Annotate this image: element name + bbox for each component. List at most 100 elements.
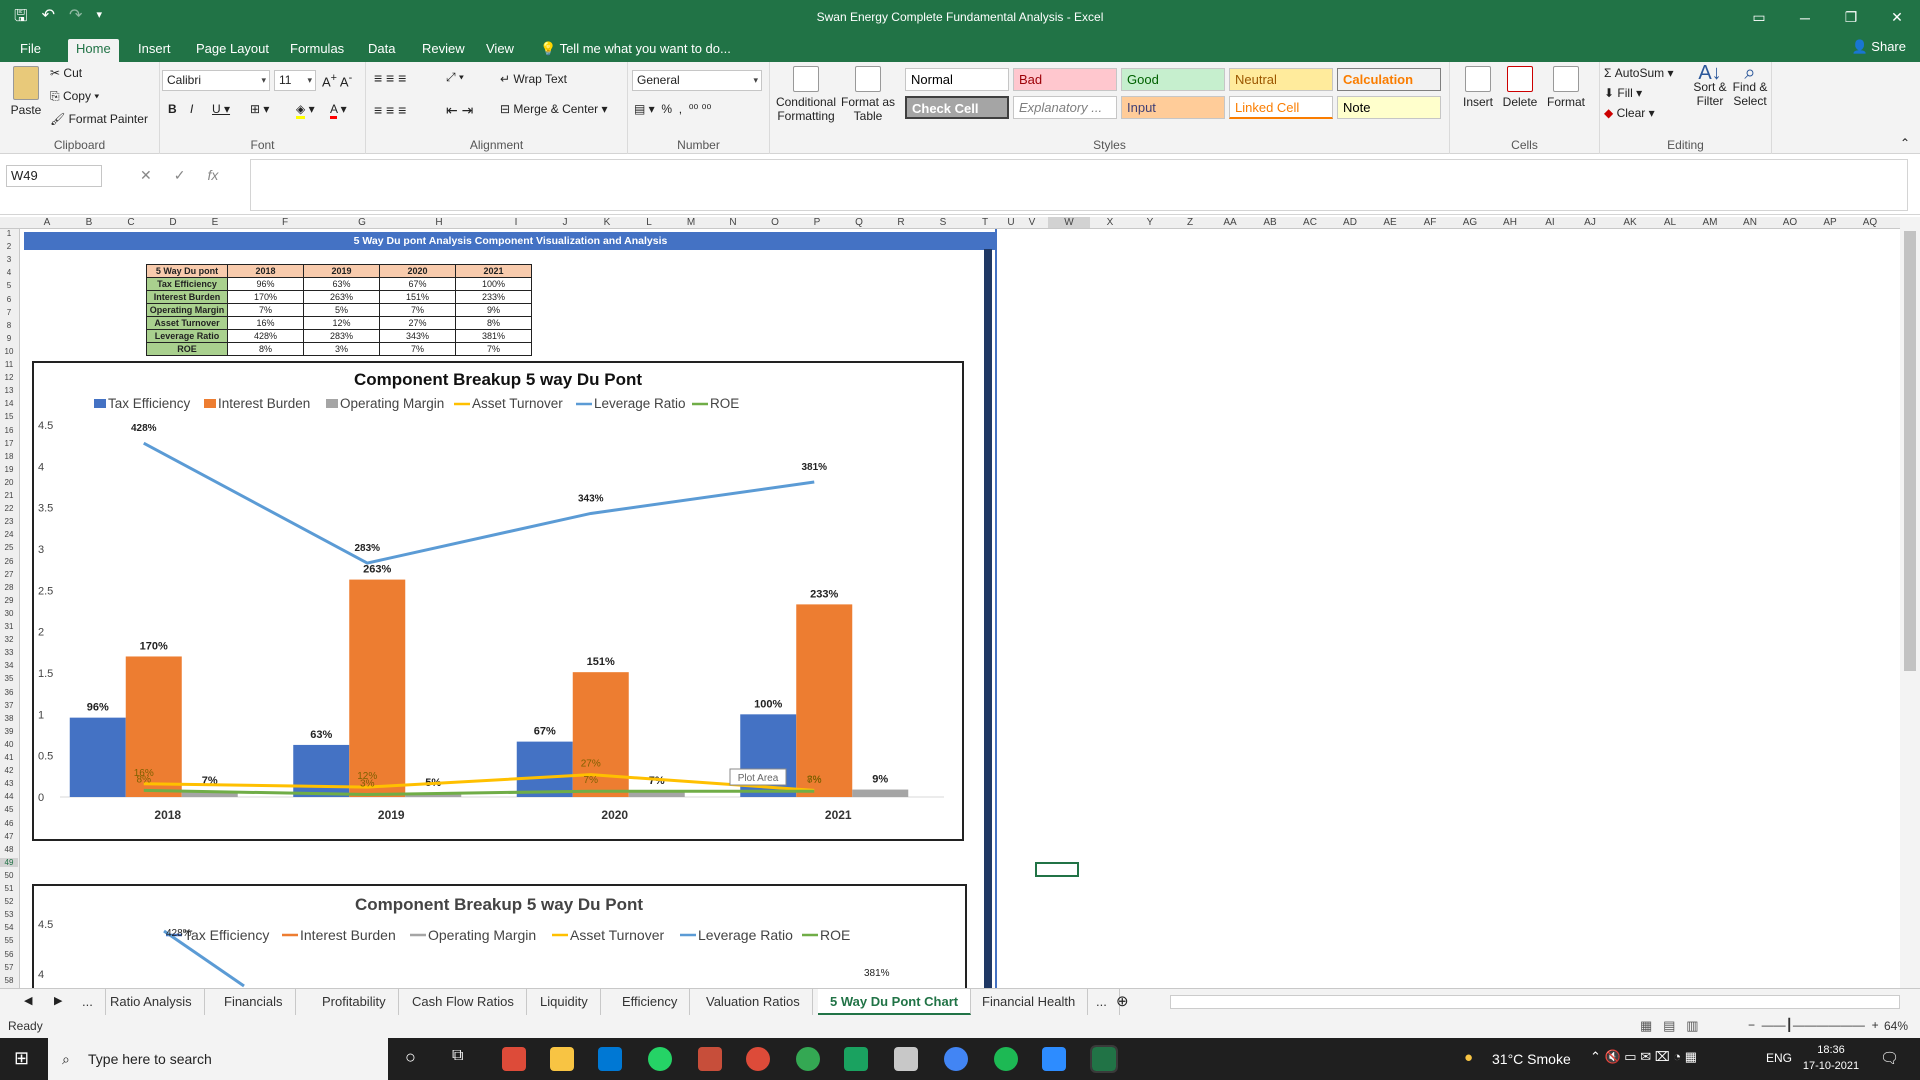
close-icon[interactable]: ✕ (1874, 0, 1920, 35)
whatsapp-icon[interactable] (648, 1047, 672, 1071)
column-header[interactable]: B (68, 217, 110, 228)
column-header[interactable]: A (26, 217, 68, 228)
cell-style-calculation[interactable]: Calculation (1337, 68, 1441, 91)
fill-button[interactable]: ⬇ Fill ▾ (1604, 86, 1642, 100)
row-header[interactable]: 3 (0, 255, 18, 264)
next-sheet-icon[interactable]: ▶ (54, 994, 62, 1007)
row-header[interactable]: 8 (0, 321, 18, 330)
value-cell[interactable]: 63% (303, 277, 380, 291)
column-header[interactable]: M (670, 217, 712, 228)
weather-text[interactable]: 31°C Smoke (1492, 1051, 1571, 1067)
underline-button[interactable]: U ▾ (212, 102, 230, 116)
column-header[interactable]: AC (1290, 217, 1330, 228)
column-header[interactable]: AB (1250, 217, 1290, 228)
minimize-icon[interactable]: ─ (1782, 0, 1828, 35)
font-name-select[interactable]: Calibri (162, 70, 270, 91)
value-cell[interactable]: 8% (227, 342, 304, 356)
row-header[interactable]: 58 (0, 976, 18, 985)
horizontal-scrollbar[interactable] (1170, 995, 1900, 1009)
value-cell[interactable]: 283% (303, 329, 380, 343)
cell-style-check-cell[interactable]: Check Cell (905, 96, 1009, 119)
sheets-icon[interactable] (844, 1047, 868, 1071)
row-header[interactable]: 34 (0, 661, 18, 670)
spotify-icon[interactable] (994, 1047, 1018, 1071)
cell-style-input[interactable]: Input (1121, 96, 1225, 119)
row-header[interactable]: 26 (0, 557, 18, 566)
row-label-cell[interactable]: Interest Burden (146, 290, 228, 304)
fill-color-icon[interactable]: ◈ ▾ (296, 102, 315, 119)
column-header[interactable]: D (152, 217, 194, 228)
vertical-scrollbar[interactable] (1900, 217, 1920, 988)
cut-button[interactable]: ✂ Cut (50, 66, 82, 80)
column-header[interactable]: W (1048, 217, 1090, 228)
row-header[interactable]: 29 (0, 596, 18, 605)
column-header[interactable]: V (1016, 217, 1048, 228)
row-header[interactable]: 38 (0, 714, 18, 723)
tab-formulas[interactable]: Formulas (282, 39, 352, 62)
bold-button[interactable]: B (168, 102, 177, 116)
notification-icon[interactable]: 🗨 (1880, 1049, 1899, 1067)
active-cell[interactable] (1035, 862, 1079, 877)
row-header[interactable]: 54 (0, 923, 18, 932)
row-header[interactable]: 19 (0, 465, 18, 474)
indent-icon[interactable]: ⇤ ⇥ (446, 102, 473, 119)
value-cell[interactable]: 16% (227, 316, 304, 330)
value-cell[interactable]: 7% (379, 303, 456, 317)
value-cell[interactable]: 233% (455, 290, 532, 304)
app-icon[interactable] (698, 1047, 722, 1071)
tab-view[interactable]: View (478, 39, 522, 62)
row-header[interactable]: 14 (0, 399, 18, 408)
cell-style-normal[interactable]: Normal (905, 68, 1009, 91)
insert-function-icon[interactable]: fx (207, 167, 218, 184)
chrome-profile-3-icon[interactable] (944, 1047, 968, 1071)
column-header[interactable]: F (236, 217, 334, 228)
column-header[interactable]: K (586, 217, 628, 228)
prev-sheet-icon[interactable]: ◀ (24, 994, 32, 1007)
restore-icon[interactable]: ❐ (1828, 0, 1874, 35)
autosum-button[interactable]: Σ AutoSum ▾ (1604, 66, 1673, 80)
undo-icon[interactable]: ↶ (42, 5, 55, 32)
merge-center-button[interactable]: ⊟ Merge & Center ▾ (500, 102, 607, 116)
formula-input[interactable] (250, 159, 1908, 211)
column-header[interactable]: S (922, 217, 964, 228)
clear-button[interactable]: ◆ Clear ▾ (1604, 106, 1655, 120)
column-header[interactable]: Q (838, 217, 880, 228)
column-header[interactable]: AQ (1850, 217, 1890, 228)
row-header[interactable]: 20 (0, 478, 18, 487)
row-header[interactable]: 50 (0, 871, 18, 880)
sheet-tab[interactable]: Liquidity (528, 989, 601, 1015)
column-header[interactable]: AM (1690, 217, 1730, 228)
row-header[interactable]: 2 (0, 242, 18, 251)
row-header[interactable]: 1 (0, 229, 18, 238)
row-header[interactable]: 10 (0, 347, 18, 356)
tell-me-box[interactable]: 💡 Tell me what you want to do... (532, 39, 739, 62)
chrome-profile-icon[interactable] (746, 1047, 770, 1071)
row-header[interactable]: 48 (0, 845, 18, 854)
column-header[interactable]: AF (1410, 217, 1450, 228)
delete-cells-button[interactable]: Delete (1500, 66, 1540, 109)
windows-start-icon[interactable]: ⊞ (14, 1048, 29, 1069)
sheet-tab[interactable]: Profitability (310, 989, 399, 1015)
row-header[interactable]: 7 (0, 308, 18, 317)
name-box[interactable]: W49 (6, 165, 102, 187)
row-label-cell[interactable]: Operating Margin (146, 303, 228, 317)
column-header[interactable]: T (964, 217, 1006, 228)
language-indicator[interactable]: ENG (1766, 1051, 1792, 1065)
row-header[interactable]: 12 (0, 373, 18, 382)
row-header[interactable]: 18 (0, 452, 18, 461)
tab-file[interactable]: File (12, 39, 49, 62)
dupont-chart-2[interactable]: Component Breakup 5 way Du Pont Tax Effic… (32, 884, 967, 988)
row-header[interactable]: 41 (0, 753, 18, 762)
value-cell[interactable]: 67% (379, 277, 456, 291)
column-header[interactable]: AO (1770, 217, 1810, 228)
table-header-cell[interactable]: 2021 (455, 264, 532, 278)
row-header[interactable]: 56 (0, 950, 18, 959)
collapse-ribbon-icon[interactable]: ⌃ (1900, 136, 1910, 150)
value-cell[interactable]: 428% (227, 329, 304, 343)
orientation-icon[interactable]: ⤢ ▾ (446, 70, 464, 85)
row-header[interactable]: 36 (0, 688, 18, 697)
row-header[interactable]: 51 (0, 884, 18, 893)
value-cell[interactable]: 9% (455, 303, 532, 317)
number-format-select[interactable]: General (632, 70, 762, 91)
sheet-tab[interactable]: ... (1084, 989, 1120, 1015)
